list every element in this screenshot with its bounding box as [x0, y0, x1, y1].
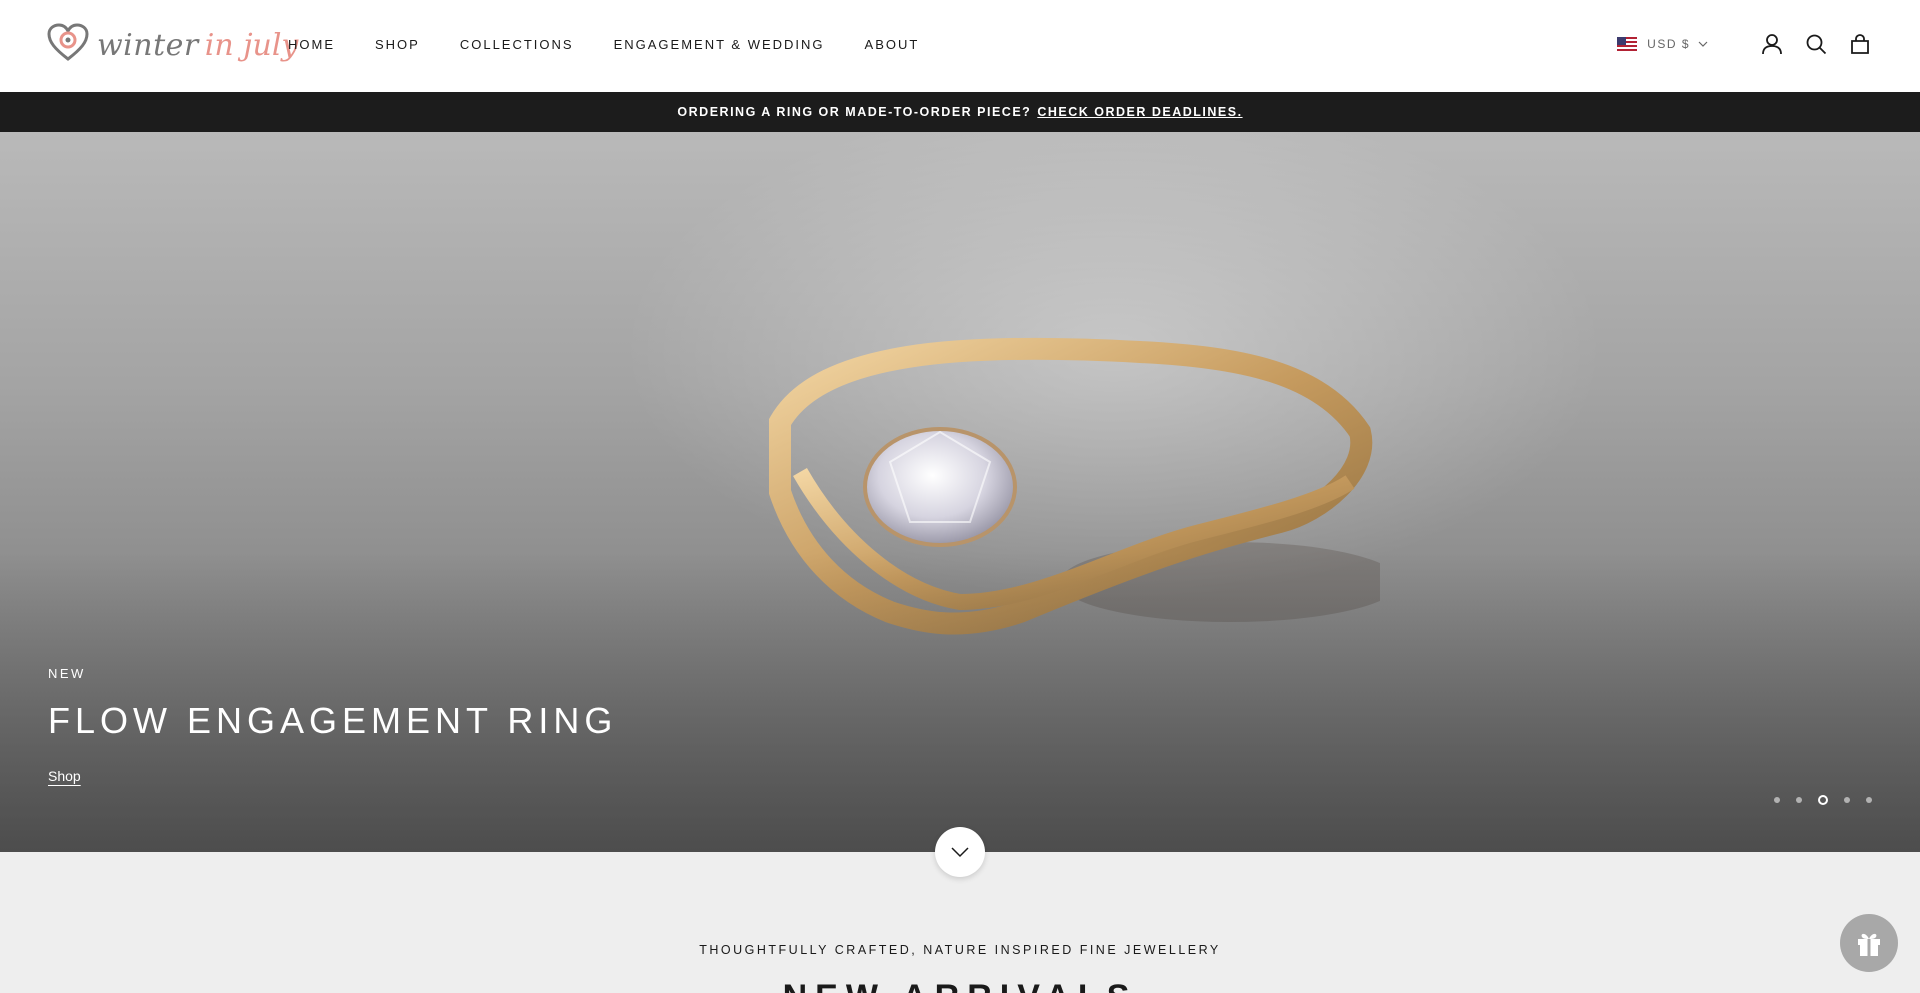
- logo[interactable]: winter in july: [47, 22, 299, 68]
- order-deadlines-link[interactable]: CHECK ORDER DEADLINES.: [1037, 105, 1242, 119]
- currency-label: USD $: [1647, 37, 1690, 51]
- section-title: NEW ARRIVALS: [0, 978, 1920, 993]
- hero-slideshow: NEW FLOW ENGAGEMENT RING Shop: [0, 132, 1920, 852]
- gift-icon: [1858, 933, 1880, 956]
- account-icon[interactable]: [1760, 32, 1784, 56]
- slide-dot-2[interactable]: [1796, 797, 1802, 803]
- hero-title: FLOW ENGAGEMENT RING: [48, 700, 618, 741]
- slide-dot-1[interactable]: [1774, 797, 1780, 803]
- slide-dot-4[interactable]: [1844, 797, 1850, 803]
- logo-accent-text: in july: [204, 27, 299, 63]
- hero-kicker: NEW: [48, 666, 86, 681]
- announcement-text: ORDERING A RING OR MADE-TO-ORDER PIECE?: [677, 105, 1032, 119]
- cart-icon[interactable]: [1848, 32, 1872, 56]
- gift-button[interactable]: [1840, 914, 1898, 972]
- scroll-down-button[interactable]: [935, 827, 985, 877]
- announcement-bar: ORDERING A RING OR MADE-TO-ORDER PIECE? …: [0, 92, 1920, 132]
- site-header: winter in july HOME SHOP COLLECTIONS ENG…: [0, 0, 1920, 92]
- scroll-down-icon: [951, 847, 969, 858]
- nav-item-engagement-wedding[interactable]: ENGAGEMENT & WEDDING: [614, 37, 825, 52]
- slide-dot-5[interactable]: [1866, 797, 1872, 803]
- slide-pagination: [1758, 795, 1872, 805]
- logo-heart-icon: [47, 22, 89, 68]
- currency-selector[interactable]: USD $: [1617, 37, 1708, 51]
- nav-item-collections[interactable]: COLLECTIONS: [460, 37, 574, 52]
- search-icon[interactable]: [1804, 32, 1828, 56]
- chevron-down-icon: [1698, 41, 1708, 47]
- nav-item-home[interactable]: HOME: [288, 37, 335, 52]
- header-actions: USD $: [1617, 32, 1872, 56]
- nav-item-shop[interactable]: SHOP: [375, 37, 420, 52]
- nav-item-about[interactable]: ABOUT: [865, 37, 920, 52]
- section-tagline: THOUGHTFULLY CRAFTED, NATURE INSPIRED FI…: [699, 943, 1221, 957]
- logo-text: winter: [97, 27, 199, 63]
- flag-us-icon: [1617, 37, 1638, 51]
- hero-shop-link[interactable]: Shop: [48, 768, 81, 784]
- main-nav: HOME SHOP COLLECTIONS ENGAGEMENT & WEDDI…: [288, 37, 959, 52]
- slide-dot-3[interactable]: [1818, 795, 1828, 805]
